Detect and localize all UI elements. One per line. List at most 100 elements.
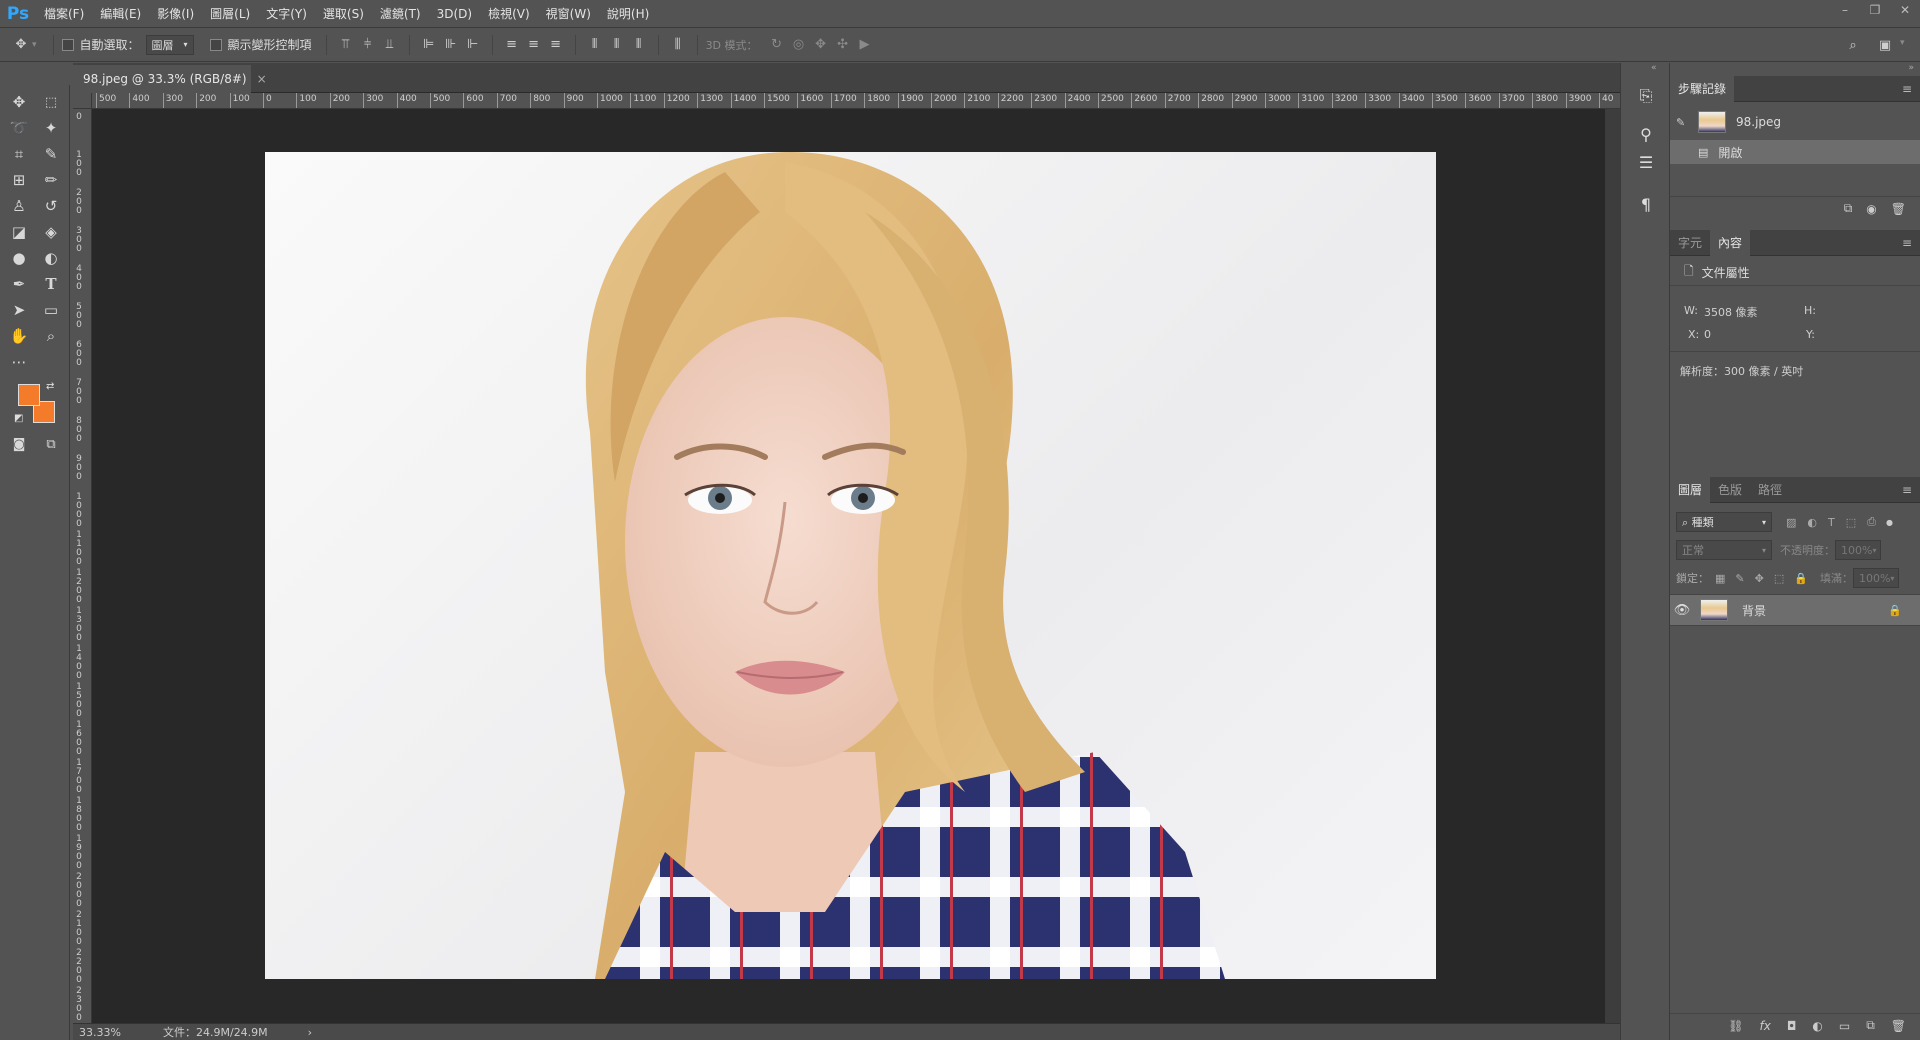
- layer-style-icon[interactable]: fx: [1760, 1019, 1771, 1033]
- lock-position-icon[interactable]: ✥: [1755, 572, 1764, 585]
- lasso-tool-icon[interactable]: ➰: [6, 117, 32, 139]
- lock-artboard-icon[interactable]: ⬚: [1774, 572, 1784, 585]
- path-selection-tool-icon[interactable]: ➤: [6, 299, 32, 321]
- crop-tool-icon[interactable]: ⌗: [6, 143, 32, 165]
- show-transform-checkbox[interactable]: [209, 38, 222, 51]
- clone-stamp-tool-icon[interactable]: ♙: [6, 195, 32, 217]
- width-value[interactable]: 3508 像素: [1704, 304, 1758, 320]
- pen-tool-icon[interactable]: ✒: [6, 273, 32, 295]
- eyedropper-tool-icon[interactable]: ✎: [38, 143, 64, 165]
- history-brush-source-icon[interactable]: ✎: [1676, 116, 1692, 129]
- 3d-slide-icon[interactable]: ✣: [832, 34, 854, 56]
- lock-transparent-icon[interactable]: ▦: [1715, 572, 1725, 585]
- minimize-button[interactable]: –: [1830, 0, 1860, 20]
- workspace-icon[interactable]: ▣: [1874, 34, 1896, 56]
- history-brush-tool-icon[interactable]: ↺: [38, 195, 64, 217]
- align-right-icon[interactable]: ⊩: [462, 34, 484, 56]
- vertical-scrollbar[interactable]: [1605, 109, 1620, 1023]
- vertical-ruler[interactable]: 0 100 200 300 400 500 600 700 800 900 1000 1100 1200…: [73, 109, 92, 1023]
- type-tool-icon[interactable]: T: [38, 273, 64, 295]
- document-image[interactable]: [265, 152, 1436, 979]
- layer-name[interactable]: 背景: [1742, 602, 1766, 619]
- marquee-tool-icon[interactable]: ⬚: [38, 91, 64, 113]
- collapse-panels-icon[interactable]: »: [1908, 63, 1914, 73]
- trash-icon[interactable]: 🗑: [1891, 1019, 1906, 1033]
- align-vcenter-icon[interactable]: ⫩: [357, 34, 379, 56]
- swap-colors-icon[interactable]: ⇄: [46, 381, 54, 392]
- healing-brush-tool-icon[interactable]: ⊞: [6, 169, 32, 191]
- adjustments-icon[interactable]: ☰: [1633, 149, 1659, 175]
- menu-window[interactable]: 視窗(W): [538, 0, 599, 28]
- more-tools-icon[interactable]: ⋯: [6, 351, 32, 373]
- rectangle-tool-icon[interactable]: ▭: [38, 299, 64, 321]
- new-group-icon[interactable]: ▭: [1839, 1019, 1850, 1033]
- chevron-down-icon[interactable]: ▾: [1900, 38, 1905, 48]
- layer-row[interactable]: 👁 背景 🔒: [1670, 594, 1920, 626]
- distribute-bottom-icon[interactable]: ≡: [545, 34, 567, 56]
- menu-layer[interactable]: 圖層(L): [202, 0, 258, 28]
- filter-toggle-icon[interactable]: ●: [1886, 518, 1893, 527]
- menu-type[interactable]: 文字(Y): [258, 0, 315, 28]
- tab-channels[interactable]: 色版: [1710, 477, 1750, 503]
- layer-lock-icon[interactable]: 🔒: [1888, 604, 1902, 617]
- menu-image[interactable]: 影像(I): [149, 0, 202, 28]
- opacity-input[interactable]: 100% ▾: [1835, 540, 1881, 560]
- filter-pixel-icon[interactable]: ▨: [1786, 516, 1796, 529]
- distribute-right-icon[interactable]: ⦀: [628, 34, 650, 56]
- filter-type-icon[interactable]: T: [1828, 516, 1835, 529]
- menu-3d[interactable]: 3D(D): [429, 0, 480, 28]
- brush-tool-icon[interactable]: ✏: [38, 169, 64, 191]
- zoom-tool-icon[interactable]: ⌕: [38, 325, 64, 347]
- 3d-camera-icon[interactable]: ▶: [854, 34, 876, 56]
- layer-filter-dropdown[interactable]: ⌕ 種類 ▾: [1676, 512, 1772, 532]
- tab-history[interactable]: 步驟記錄: [1670, 75, 1735, 102]
- filter-adjustment-icon[interactable]: ◐: [1807, 516, 1817, 529]
- move-tool-icon[interactable]: ✥: [6, 91, 32, 113]
- tab-layers[interactable]: 圖層: [1670, 476, 1711, 503]
- dodge-tool-icon[interactable]: ◐: [38, 247, 64, 269]
- eye-icon[interactable]: 👁: [1670, 603, 1694, 618]
- distribute-left-icon[interactable]: ⦀: [584, 34, 606, 56]
- history-snapshot[interactable]: ✎ 98.jpeg: [1670, 106, 1920, 138]
- panel-menu-icon[interactable]: ≡: [1902, 236, 1912, 250]
- foreground-color-swatch[interactable]: [18, 384, 40, 406]
- 3d-pan-icon[interactable]: ✥: [810, 34, 832, 56]
- new-snapshot-icon[interactable]: ◉: [1866, 202, 1876, 216]
- 3d-roll-icon[interactable]: ◎: [788, 34, 810, 56]
- menu-file[interactable]: 檔案(F): [36, 0, 92, 28]
- hand-tool-icon[interactable]: ✋: [6, 325, 32, 347]
- document-tab[interactable]: 98.jpeg @ 33.3% (RGB/8#) ×: [73, 65, 267, 93]
- history-step[interactable]: ▤ 開啟: [1670, 140, 1920, 164]
- lock-pixels-icon[interactable]: ✎: [1735, 572, 1744, 585]
- move-tool-preset-icon[interactable]: ✥: [10, 34, 32, 56]
- lock-all-icon[interactable]: 🔒: [1794, 572, 1808, 585]
- horizontal-ruler[interactable]: 500 400 300 200 100 0 100 200 300 400 500 600 700 800…: [92, 93, 1620, 109]
- history-panel-icon[interactable]: ⎘: [1633, 83, 1659, 109]
- canvas-area[interactable]: [92, 109, 1620, 1023]
- x-value[interactable]: 0: [1704, 328, 1711, 341]
- brush-presets-icon[interactable]: ⚲: [1633, 121, 1659, 147]
- chevron-down-icon[interactable]: ▾: [32, 40, 37, 50]
- restore-button[interactable]: ❐: [1860, 0, 1890, 20]
- align-left-icon[interactable]: ⊫: [418, 34, 440, 56]
- tab-character[interactable]: 字元: [1670, 230, 1710, 256]
- trash-icon[interactable]: 🗑: [1891, 202, 1906, 216]
- magic-wand-tool-icon[interactable]: ✦: [38, 117, 64, 139]
- eraser-tool-icon[interactable]: ◪: [6, 221, 32, 243]
- tab-paths[interactable]: 路徑: [1750, 477, 1790, 503]
- 3d-orbit-icon[interactable]: ↻: [766, 34, 788, 56]
- menu-help[interactable]: 說明(H): [599, 0, 657, 28]
- menu-view[interactable]: 檢視(V): [480, 0, 538, 28]
- align-top-icon[interactable]: ⫪: [335, 34, 357, 56]
- panel-menu-icon[interactable]: ≡: [1902, 82, 1912, 96]
- align-hcenter-icon[interactable]: ⊪: [440, 34, 462, 56]
- tab-properties[interactable]: 內容: [1710, 229, 1751, 256]
- blur-tool-icon[interactable]: ●: [6, 247, 32, 269]
- menu-filter[interactable]: 濾鏡(T): [372, 0, 429, 28]
- blend-mode-dropdown[interactable]: 正常 ▾: [1676, 540, 1772, 560]
- add-mask-icon[interactable]: ◘: [1787, 1019, 1797, 1033]
- collapse-dock-icon[interactable]: «: [1651, 63, 1657, 73]
- quick-mask-icon[interactable]: ◙: [6, 433, 32, 455]
- close-button[interactable]: ✕: [1890, 0, 1920, 20]
- close-tab-icon[interactable]: ×: [257, 72, 267, 86]
